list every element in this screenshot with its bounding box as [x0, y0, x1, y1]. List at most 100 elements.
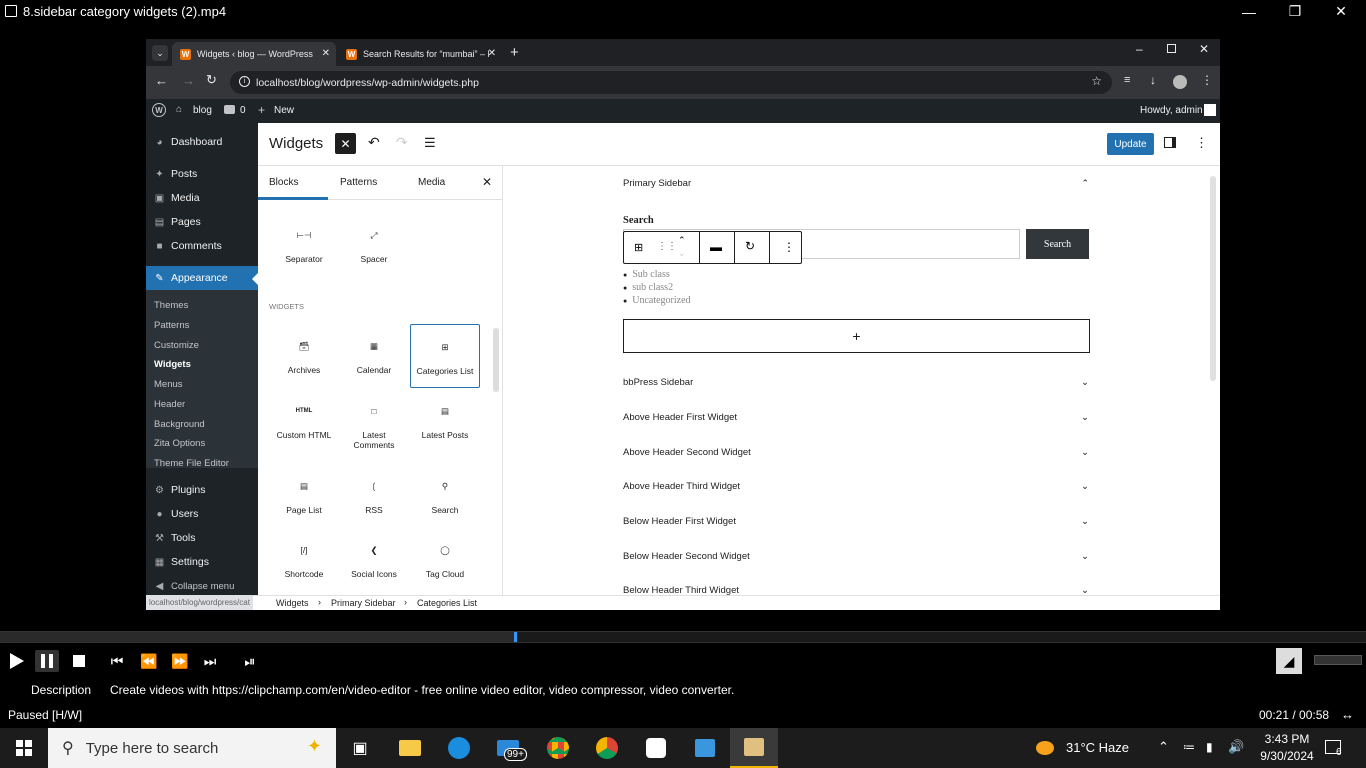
- howdy-link[interactable]: Howdy, admin: [1140, 105, 1203, 116]
- browser-maximize-button[interactable]: [1167, 44, 1176, 53]
- site-name-link[interactable]: blog: [193, 105, 212, 116]
- chevron-down-icon[interactable]: ⌄: [1081, 447, 1089, 458]
- volume-slider[interactable]: [1314, 655, 1362, 665]
- url-field[interactable]: i localhost/blog/wordpress/wp-admin/widg…: [230, 71, 1112, 94]
- update-button[interactable]: Update: [1107, 133, 1154, 155]
- play-button[interactable]: [5, 650, 29, 672]
- fullscreen-icon[interactable]: ↔: [1341, 707, 1354, 722]
- submenu-header[interactable]: Header: [154, 399, 185, 410]
- category-link[interactable]: sub class2: [632, 282, 673, 293]
- chevron-down-icon[interactable]: ⌄: [1081, 412, 1089, 423]
- home-icon[interactable]: ⌂: [176, 104, 182, 115]
- media-control-icon[interactable]: ≡: [1124, 74, 1130, 86]
- tab-search-results[interactable]: W Search Results for “mumbai” – l ✕: [338, 42, 502, 66]
- chevron-up-icon[interactable]: ⌃: [1158, 739, 1169, 755]
- tab-blocks[interactable]: Blocks: [269, 177, 298, 188]
- widget-area-below-header-first[interactable]: Below Header First Widget ⌄: [623, 516, 1089, 527]
- category-link[interactable]: Sub class: [632, 269, 670, 280]
- submenu-background[interactable]: Background: [154, 419, 205, 430]
- tab-media[interactable]: Media: [418, 177, 445, 188]
- menu-item-tools[interactable]: ⚒ Tools: [146, 527, 258, 549]
- block-search[interactable]: ⚲ Search: [410, 475, 480, 516]
- widget-area-above-header-first[interactable]: Above Header First Widget ⌄: [623, 412, 1089, 423]
- battery-icon[interactable]: ▮: [1206, 740, 1213, 754]
- wifi-icon[interactable]: ≔: [1183, 740, 1195, 754]
- clock-date[interactable]: 9/30/2024: [1255, 749, 1319, 763]
- transform-icon[interactable]: ↻: [745, 239, 755, 253]
- menu-item-users[interactable]: ● Users: [146, 503, 258, 525]
- move-down-icon[interactable]: ⌄: [678, 248, 686, 259]
- collapse-menu-button[interactable]: ◀ Collapse menu: [146, 575, 258, 597]
- menu-item-comments[interactable]: ■ Comments: [146, 235, 258, 257]
- undo-icon[interactable]: ↶: [368, 134, 380, 151]
- breadcrumb-categories-list[interactable]: Categories List: [417, 598, 477, 608]
- tab-close-icon[interactable]: ✕: [488, 48, 496, 59]
- comments-icon[interactable]: [224, 105, 235, 114]
- block-social-icons[interactable]: ❮ Social Icons: [339, 539, 409, 580]
- task-view-icon[interactable]: ▣: [336, 728, 384, 768]
- forward-icon[interactable]: →: [182, 73, 195, 88]
- browser-minimize-button[interactable]: –: [1136, 42, 1143, 56]
- widget-area-above-header-second[interactable]: Above Header Second Widget ⌄: [623, 447, 1089, 458]
- submenu-theme-file-editor[interactable]: Theme File Editor: [154, 458, 229, 469]
- edge-icon[interactable]: [435, 728, 483, 768]
- comments-count[interactable]: 0: [240, 105, 246, 116]
- rewind-icon[interactable]: ⏪: [137, 650, 161, 672]
- photos-icon[interactable]: [681, 728, 729, 768]
- block-shortcode[interactable]: [/] Shortcode: [269, 539, 339, 579]
- submenu-patterns[interactable]: Patterns: [154, 320, 189, 331]
- canvas-scrollbar[interactable]: [1210, 176, 1216, 381]
- chevron-up-icon[interactable]: ⌃: [1081, 178, 1089, 189]
- block-custom-html[interactable]: HTML Custom HTML: [269, 400, 339, 440]
- mail-icon[interactable]: 99+: [484, 728, 532, 768]
- chevron-down-icon[interactable]: ⌄: [1081, 516, 1089, 527]
- submenu-themes[interactable]: Themes: [154, 300, 188, 311]
- block-tag-cloud[interactable]: ◯ Tag Cloud: [410, 539, 480, 580]
- bookmark-star-icon[interactable]: ☆: [1091, 74, 1102, 88]
- chrome-icon[interactable]: [534, 728, 582, 768]
- block-separator[interactable]: ⊢⊣ Separator: [269, 224, 339, 265]
- pause-button[interactable]: [35, 650, 59, 672]
- block-categories-list[interactable]: ⊞ Categories List: [410, 324, 480, 388]
- slack-icon[interactable]: [632, 728, 680, 768]
- wordpress-logo-icon[interactable]: W: [152, 103, 166, 117]
- tab-patterns[interactable]: Patterns: [340, 177, 377, 188]
- new-content-link[interactable]: New: [274, 105, 294, 116]
- close-inserter-button[interactable]: ✕: [335, 133, 356, 154]
- block-type-icon[interactable]: ⊞: [634, 241, 643, 254]
- block-page-list[interactable]: ▤ Page List: [269, 475, 339, 516]
- submenu-zita-options[interactable]: Zita Options: [154, 438, 205, 449]
- clock-time[interactable]: 3:43 PM: [1262, 732, 1312, 746]
- site-info-icon[interactable]: i: [239, 76, 250, 87]
- profile-avatar[interactable]: [1173, 75, 1187, 89]
- add-block-button[interactable]: +: [623, 319, 1090, 353]
- tab-close-icon[interactable]: ✕: [322, 48, 330, 59]
- frame-step-icon[interactable]: ⏯: [238, 650, 262, 672]
- block-calendar[interactable]: ▦ Calendar: [339, 335, 409, 376]
- block-spacer[interactable]: ⤢ Spacer: [339, 224, 409, 265]
- submenu-widgets[interactable]: Widgets: [154, 359, 191, 370]
- close-button[interactable]: ✕: [1318, 0, 1364, 23]
- move-up-icon[interactable]: ⌃: [678, 235, 686, 246]
- inserter-scrollbar[interactable]: [493, 328, 499, 392]
- block-latest-posts[interactable]: ▤ Latest Posts: [410, 400, 480, 441]
- close-inserter-icon[interactable]: ✕: [482, 175, 492, 189]
- block-latest-comments[interactable]: □ Latest Comments: [339, 400, 409, 450]
- menu-item-posts[interactable]: ✦ Posts: [146, 163, 258, 185]
- widget-area-primary-sidebar[interactable]: Primary Sidebar ⌃: [623, 178, 1089, 189]
- weather-text[interactable]: 31°C Haze: [1066, 740, 1129, 755]
- drag-handle-icon[interactable]: ⋮⋮: [657, 241, 677, 252]
- download-icon[interactable]: ↓: [1150, 73, 1156, 87]
- block-rss[interactable]: ❲ RSS: [339, 475, 409, 516]
- taskbar-search-box[interactable]: ⚲ Type here to search ✦: [48, 728, 336, 768]
- volume-icon[interactable]: 🔊: [1228, 739, 1244, 755]
- seek-thumb[interactable]: [514, 632, 517, 642]
- redo-icon[interactable]: ↷: [396, 134, 408, 151]
- reload-icon[interactable]: ↻: [206, 72, 217, 88]
- media-player-icon[interactable]: [730, 728, 778, 768]
- chrome-profile-icon[interactable]: [583, 728, 631, 768]
- tab-widgets[interactable]: W Widgets ‹ blog — WordPress ✕: [172, 42, 336, 66]
- file-explorer-icon[interactable]: [386, 728, 434, 768]
- next-icon[interactable]: ⏭: [198, 650, 222, 672]
- category-link[interactable]: Uncategorized: [632, 295, 690, 306]
